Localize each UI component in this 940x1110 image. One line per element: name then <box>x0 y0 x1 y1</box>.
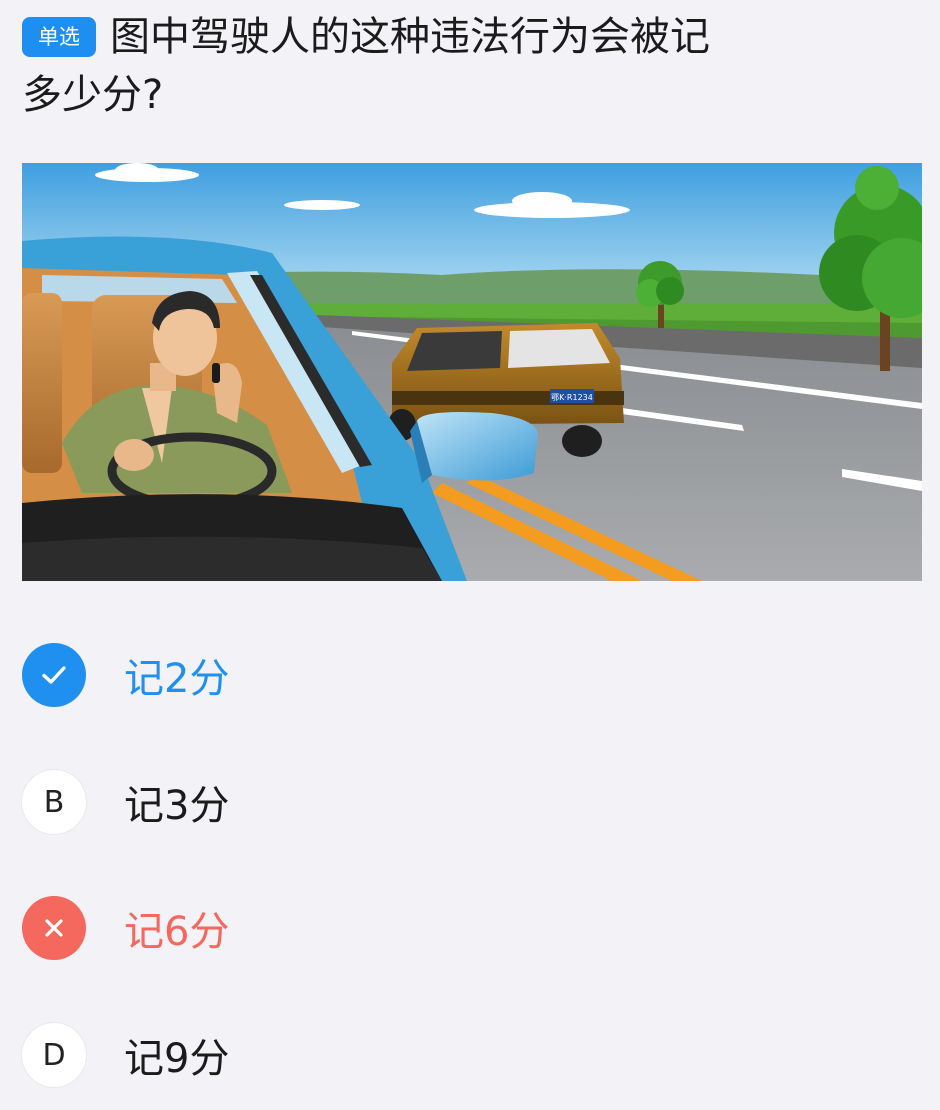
option-c-label: 记6分 <box>124 909 230 955</box>
close-icon <box>45 919 63 937</box>
option-a-marker <box>22 643 86 707</box>
question-line-1: 单选 图中驾驶人的这种违法行为会被记 <box>22 8 902 66</box>
check-icon <box>42 666 66 684</box>
option-d[interactable]: D 记9分 <box>22 1022 522 1088</box>
question-text-line-1: 图中驾驶人的这种违法行为会被记 <box>110 14 710 60</box>
option-b-label: 记3分 <box>124 783 230 829</box>
option-b-marker: B <box>22 770 86 834</box>
option-d-label: 记9分 <box>124 1036 230 1082</box>
question-type-badge: 单选 <box>22 17 96 57</box>
option-a[interactable]: 记2分 <box>22 642 522 708</box>
option-c[interactable]: 记6分 <box>22 895 522 961</box>
option-a-label: 记2分 <box>124 656 230 702</box>
question: 单选 图中驾驶人的这种违法行为会被记 多少分? <box>22 8 902 124</box>
license-plate-text: 鄂K·R1234 <box>551 393 593 402</box>
option-d-marker: D <box>22 1023 86 1087</box>
option-b[interactable]: B 记3分 <box>22 769 522 835</box>
question-line-2: 多少分? <box>22 66 902 124</box>
question-text-line-2: 多少分? <box>22 72 164 118</box>
question-illustration: 鄂K·R1234 <box>22 163 922 581</box>
option-c-marker <box>22 896 86 960</box>
driving-scene-image: 鄂K·R1234 <box>22 163 922 581</box>
